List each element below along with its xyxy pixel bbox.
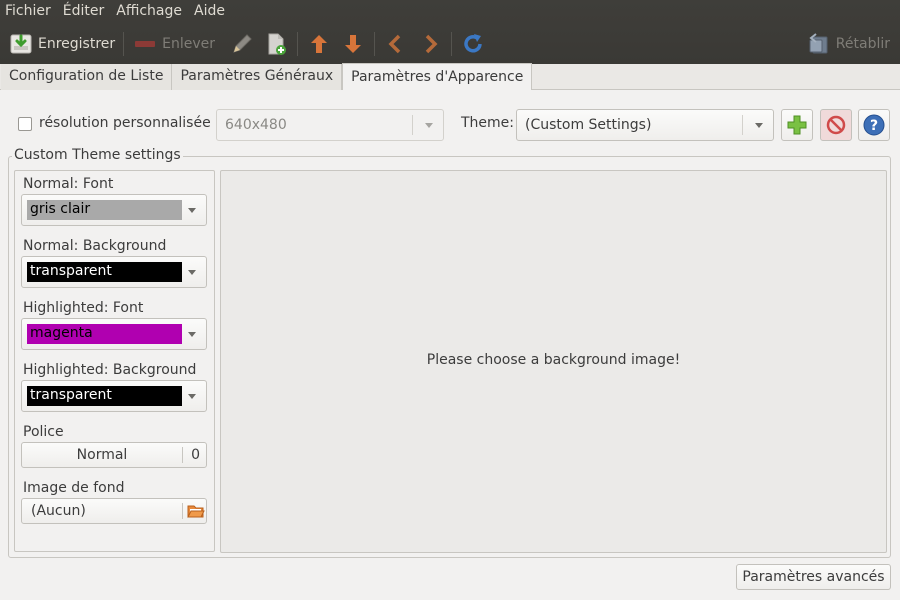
top-bar: Fichier Éditer Affichage Aide Enregistre… (0, 0, 900, 64)
delete-theme-button[interactable] (820, 109, 852, 141)
toolbar-separator (123, 32, 125, 56)
custom-resolution-checkbox[interactable] (18, 117, 32, 131)
menu-affichage[interactable]: Affichage (110, 0, 188, 24)
menu-bar: Fichier Éditer Affichage Aide (0, 0, 231, 24)
restore-icon (806, 31, 832, 57)
next-button[interactable] (413, 28, 447, 60)
font-name: Normal (76, 447, 128, 463)
preview-message: Please choose a background image! (426, 352, 681, 368)
highlighted-background-swatch: transparent (27, 386, 182, 406)
arrow-down-icon (340, 31, 366, 57)
highlighted-font-color-combo[interactable]: magenta (21, 318, 207, 350)
normal-background-color-combo[interactable]: transparent (21, 256, 207, 288)
chevron-down-icon (188, 394, 196, 399)
menu-editer[interactable]: Éditer (57, 0, 110, 24)
refresh-button[interactable] (456, 28, 490, 60)
restore-label: Rétablir (835, 36, 890, 52)
remove-bar-icon (132, 31, 158, 57)
tab-parametres-apparence[interactable]: Paramètres d'Apparence (342, 63, 533, 90)
help-button[interactable]: ? (858, 109, 890, 141)
folder-open-icon (187, 503, 205, 523)
previous-button[interactable] (379, 28, 413, 60)
theme-settings-panel: Normal: Font gris clair Normal: Backgrou… (14, 170, 215, 552)
highlighted-background-label: Highlighted: Background (23, 362, 197, 378)
chevron-down-icon (755, 123, 763, 128)
help-icon: ? (863, 114, 885, 136)
add-theme-button[interactable] (781, 109, 813, 141)
menu-aide[interactable]: Aide (188, 0, 231, 24)
font-chooser-button[interactable]: Normal 0 (21, 442, 207, 468)
resolution-value: 640x480 (225, 117, 287, 133)
normal-background-label: Normal: Background (23, 238, 167, 254)
police-label: Police (23, 424, 64, 440)
chevron-left-icon (383, 31, 409, 57)
advanced-settings-button[interactable]: Paramètres avancés (736, 564, 891, 590)
chevron-down-icon (425, 123, 433, 128)
remove-label: Enlever (162, 36, 216, 52)
arrow-up-icon (306, 31, 332, 57)
custom-resolution-label: résolution personnalisée : (39, 115, 220, 131)
restore-button[interactable]: Rétablir (802, 28, 894, 60)
normal-font-label: Normal: Font (23, 176, 114, 192)
custom-theme-title: Custom Theme settings (12, 147, 183, 163)
save-button[interactable]: Enregistrer (4, 28, 119, 60)
tab-configuration-liste[interactable]: Configuration de Liste (1, 64, 173, 90)
tab-bar: Configuration de Liste Paramètres Généra… (0, 63, 900, 90)
toolbar: Enregistrer Enlever Rétablir (0, 26, 900, 62)
move-down-button[interactable] (336, 28, 370, 60)
new-document-icon (263, 31, 289, 57)
background-preview: Please choose a background image! (220, 170, 887, 553)
normal-font-swatch: gris clair (27, 200, 182, 220)
svg-text:?: ? (870, 118, 878, 134)
refresh-icon (460, 31, 486, 57)
chevron-down-icon (188, 270, 196, 275)
resolution-theme-row: résolution personnalisée : 640x480 Theme… (18, 109, 890, 141)
highlighted-font-label: Highlighted: Font (23, 300, 144, 316)
tab-parametres-generaux[interactable]: Paramètres Généraux (172, 64, 343, 90)
resolution-combo[interactable]: 640x480 (216, 109, 444, 141)
chevron-down-icon (188, 208, 196, 213)
no-entry-icon (826, 115, 846, 135)
pencil-icon (229, 31, 255, 57)
background-image-value: (Aucun) (31, 503, 86, 519)
new-item-button[interactable] (259, 28, 293, 60)
toolbar-separator (374, 32, 376, 56)
theme-label: Theme: (461, 115, 515, 131)
chevron-right-icon (417, 31, 443, 57)
move-up-button[interactable] (302, 28, 336, 60)
background-image-label: Image de fond (23, 480, 125, 496)
save-down-icon (8, 31, 34, 57)
menu-fichier[interactable]: Fichier (0, 0, 57, 24)
background-image-chooser[interactable]: (Aucun) (21, 498, 207, 524)
chevron-down-icon (188, 332, 196, 337)
save-label: Enregistrer (38, 36, 116, 52)
toolbar-separator (451, 32, 453, 56)
theme-value: (Custom Settings) (525, 117, 652, 133)
highlighted-background-color-combo[interactable]: transparent (21, 380, 207, 412)
font-size: 0 (191, 447, 200, 463)
normal-font-color-combo[interactable]: gris clair (21, 194, 207, 226)
plus-icon (787, 115, 807, 135)
normal-background-swatch: transparent (27, 262, 182, 282)
edit-button[interactable] (225, 28, 259, 60)
theme-combo[interactable]: (Custom Settings) (516, 109, 774, 141)
appearance-page: résolution personnalisée : 640x480 Theme… (0, 91, 900, 600)
toolbar-separator (297, 32, 299, 56)
remove-button[interactable]: Enlever (128, 28, 219, 60)
highlighted-font-swatch: magenta (27, 324, 182, 344)
